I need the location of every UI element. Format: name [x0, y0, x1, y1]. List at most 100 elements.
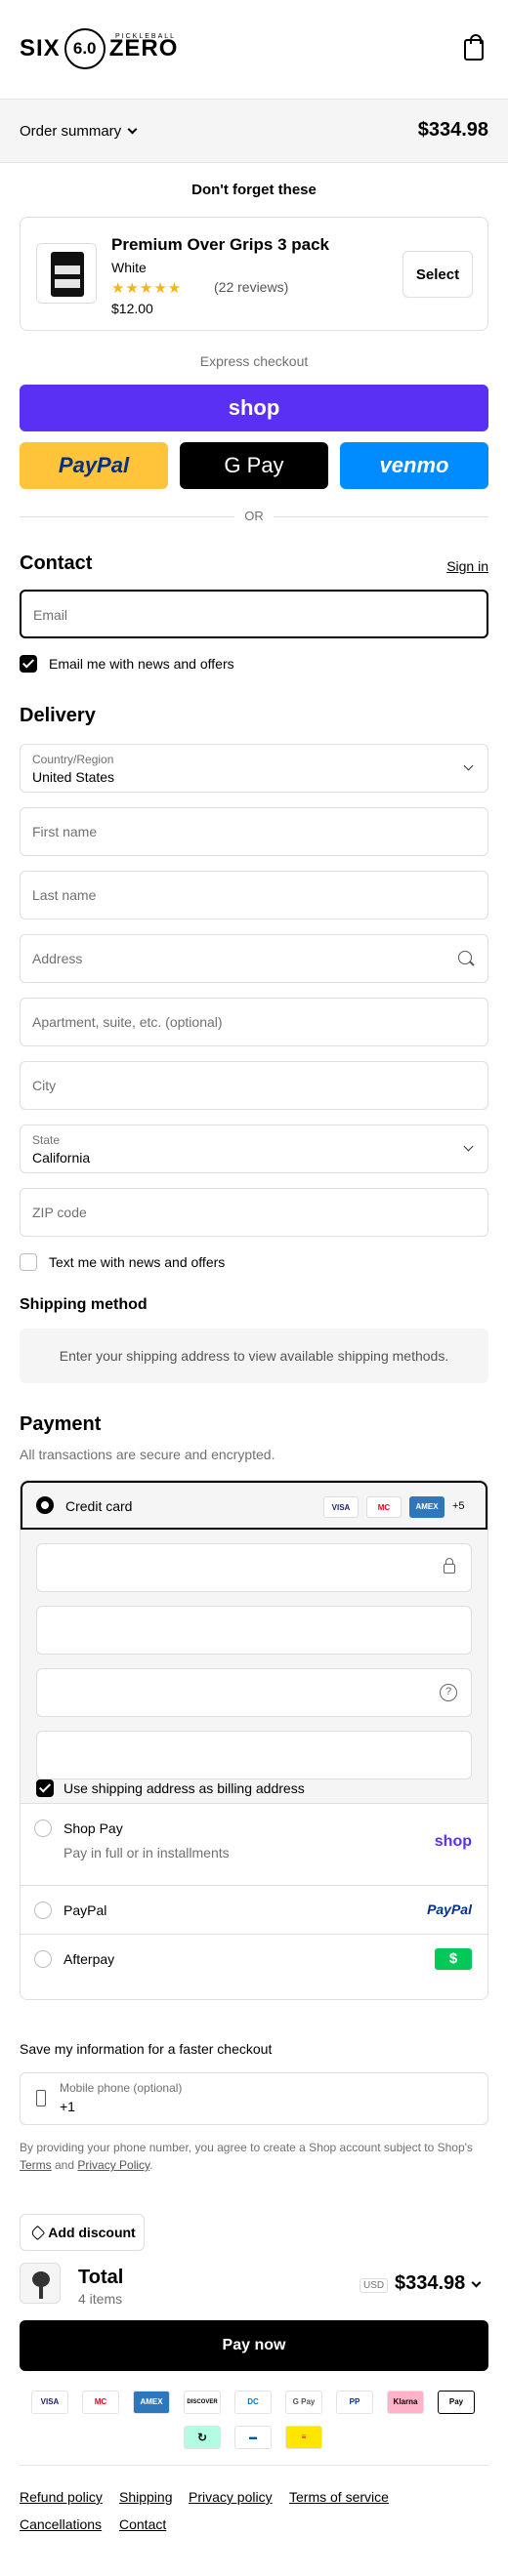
first-name-field[interactable]: First name — [20, 807, 488, 856]
cancellations-link[interactable]: Cancellations — [20, 2516, 102, 2532]
shop-pay-radio[interactable] — [34, 1820, 52, 1837]
paypal-option[interactable]: PayPal PayPal — [21, 1885, 487, 1934]
state-value: California — [32, 1150, 91, 1165]
afterpay-icon: ↻ — [184, 2426, 221, 2449]
first-name-placeholder: First name — [32, 824, 98, 839]
total-amount[interactable]: $334.98 — [395, 2272, 482, 2295]
name-on-card-field[interactable] — [36, 1731, 472, 1779]
credit-card-option[interactable]: Credit card VISA MC AMEX +5 — [21, 1481, 487, 1530]
zip-placeholder: ZIP code — [32, 1205, 87, 1220]
country-label: Country/Region — [32, 753, 114, 766]
credit-card-form: ? Use shipping address as billing addres… — [21, 1530, 487, 1803]
state-select[interactable]: State California — [20, 1124, 488, 1173]
privacy-policy-link[interactable]: Privacy policy — [189, 2489, 273, 2505]
payment-subtitle: All transactions are secure and encrypte… — [20, 1447, 275, 1462]
country-select[interactable]: Country/Region United States — [20, 744, 488, 793]
add-discount-label: Add discount — [48, 2225, 136, 2240]
apartment-field[interactable]: Apartment, suite, etc. (optional) — [20, 998, 488, 1046]
address-placeholder: Address — [32, 951, 83, 966]
payment-title: Payment — [20, 1413, 102, 1435]
city-field[interactable]: City — [20, 1061, 488, 1110]
google-pay-icon: G Pay — [285, 2391, 322, 2414]
or-divider-text: OR — [234, 509, 274, 523]
venmo-button[interactable]: venmo — [340, 442, 488, 489]
product-image — [36, 243, 97, 304]
address-field[interactable]: Address — [20, 934, 488, 983]
currency-badge: USD — [360, 2278, 389, 2293]
phone-icon — [36, 2090, 46, 2106]
paypal-button[interactable]: PayPal — [20, 442, 168, 489]
paypal-radio[interactable] — [34, 1901, 52, 1919]
delivery-title: Delivery — [20, 705, 96, 726]
legal-end: . — [149, 2158, 153, 2172]
text-news-label: Text me with news and offers — [49, 1254, 226, 1270]
terms-of-service-link[interactable]: Terms of service — [289, 2489, 389, 2505]
brand-ring: 6.0 — [64, 28, 106, 69]
last-name-field[interactable]: Last name — [20, 871, 488, 920]
order-summary-toggle[interactable]: Order summary — [20, 123, 138, 140]
brand-subtitle: PICKLEBALL — [115, 33, 177, 40]
shipping-link[interactable]: Shipping — [119, 2489, 173, 2505]
payment-methods: Credit card VISA MC AMEX +5 ? Use shippi… — [20, 1480, 488, 2000]
sign-in-link[interactable]: Sign in — [446, 558, 488, 574]
paypal-icon: PP — [336, 2391, 373, 2414]
product-thumbnail — [20, 2263, 61, 2304]
afterpay-option[interactable]: Afterpay $ — [21, 1934, 487, 1999]
product-variant: White — [111, 260, 147, 275]
paypal-logo: PayPal — [427, 1901, 472, 1917]
afterpay-label: Afterpay — [64, 1951, 115, 1967]
footer-divider — [20, 2465, 488, 2466]
help-icon[interactable]: ? — [440, 1684, 457, 1701]
zip-field[interactable]: ZIP code — [20, 1188, 488, 1237]
total-items: 4 items — [78, 2291, 123, 2307]
state-label: State — [32, 1133, 61, 1147]
select-button[interactable]: Select — [402, 251, 473, 298]
email-field[interactable]: Email — [20, 590, 488, 638]
country-value: United States — [32, 769, 115, 785]
text-news-checkbox[interactable] — [20, 1253, 37, 1271]
contact-link[interactable]: Contact — [119, 2516, 166, 2532]
amex-icon: AMEX — [133, 2391, 170, 2414]
product-reviews[interactable]: (22 reviews) — [214, 279, 288, 295]
credit-card-radio[interactable] — [36, 1496, 54, 1514]
product-name: Premium Over Grips 3 pack — [111, 235, 329, 254]
shop-pay-subtitle: Pay in full or in installments — [64, 1845, 230, 1860]
mobile-phone-field[interactable]: Mobile phone (optional) +1 — [20, 2072, 488, 2125]
security-code-field[interactable]: ? — [36, 1668, 472, 1717]
product-price: $12.00 — [111, 301, 153, 316]
legal-prefix: By providing your phone number, you agre… — [20, 2141, 473, 2154]
shop-pay-option[interactable]: Shop Pay Pay in full or in installments … — [21, 1803, 487, 1885]
chevron-down-icon — [463, 760, 474, 771]
pay-now-button[interactable]: Pay now — [20, 2320, 488, 2371]
order-summary-label: Order summary — [20, 123, 122, 140]
city-placeholder: City — [32, 1078, 57, 1093]
afterpay-radio[interactable] — [34, 1950, 52, 1968]
legal-and: and — [51, 2158, 78, 2172]
upsell-card: Premium Over Grips 3 pack White ★★★★★ (2… — [20, 217, 488, 331]
add-discount-button[interactable]: Add discount — [20, 2214, 145, 2251]
paypal-label: PayPal — [64, 1902, 107, 1918]
shipping-message: Enter your shipping address to view avai… — [20, 1329, 488, 1383]
card-number-field[interactable] — [36, 1543, 472, 1592]
mobile-phone-value: +1 — [60, 2099, 75, 2114]
chevron-down-icon — [127, 124, 138, 135]
order-summary-bar[interactable]: Order summary $334.98 — [0, 99, 508, 163]
bancontact-icon: ▬ — [234, 2426, 272, 2449]
terms-link[interactable]: Terms — [20, 2158, 52, 2172]
email-news-checkbox[interactable] — [20, 655, 37, 673]
privacy-policy-link[interactable]: Privacy Policy — [77, 2158, 149, 2172]
amex-icon: AMEX — [409, 1496, 444, 1518]
legal-text: By providing your phone number, you agre… — [20, 2139, 488, 2174]
refund-policy-link[interactable]: Refund policy — [20, 2489, 103, 2505]
expiration-date-field[interactable] — [36, 1606, 472, 1655]
shipping-method-title: Shipping method — [20, 1296, 148, 1313]
billing-address-checkbox[interactable] — [36, 1779, 54, 1797]
tag-icon — [29, 2225, 46, 2241]
brand-left: SIX — [20, 35, 61, 61]
google-pay-button[interactable]: G Pay — [180, 442, 328, 489]
shop-pay-button[interactable]: shop — [20, 385, 488, 431]
mastercard-icon: MC — [82, 2391, 119, 2414]
total-amount-value: $334.98 — [395, 2272, 466, 2294]
cart-bag-icon[interactable] — [464, 34, 484, 61]
billing-address-label: Use shipping address as billing address — [64, 1780, 305, 1796]
